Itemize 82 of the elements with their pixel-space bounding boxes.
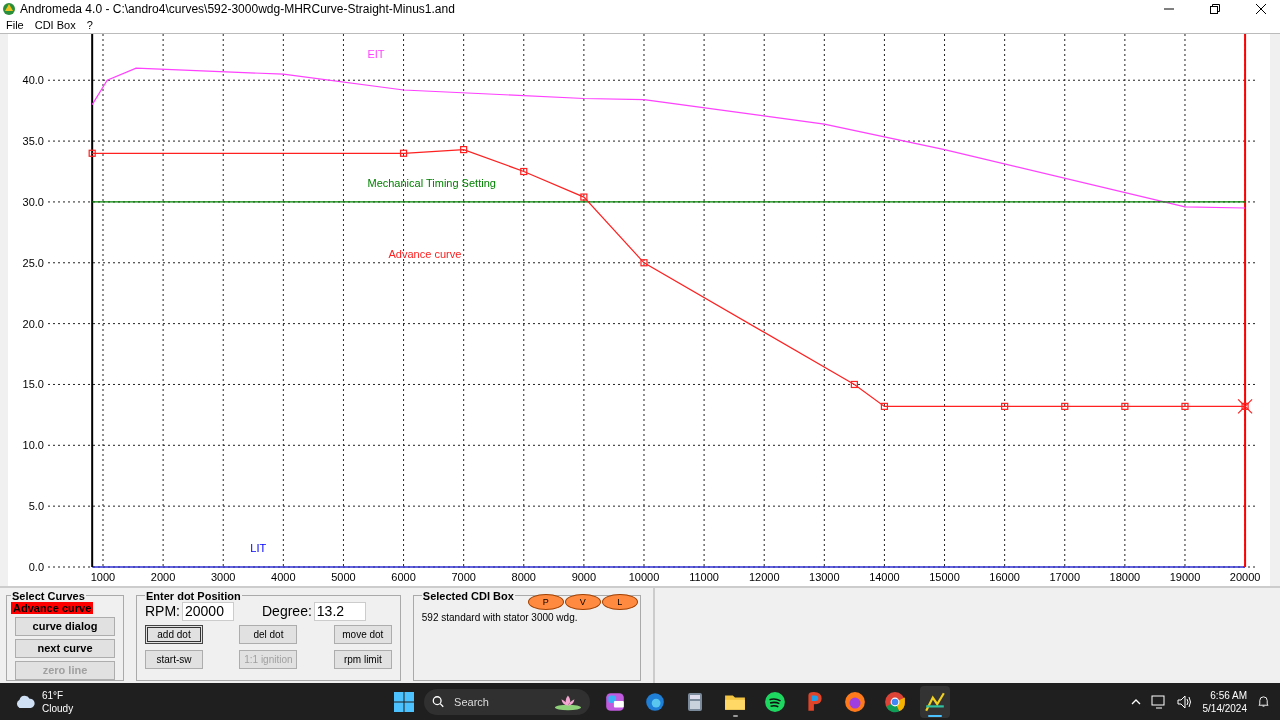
y-tick-label: 0.0 <box>28 560 44 573</box>
dot-button[interactable]: start-sw <box>145 649 203 669</box>
menu-item[interactable]: CDI Box <box>34 19 76 32</box>
y-tick-label: 10.0 <box>22 439 44 452</box>
search-icon <box>432 695 445 709</box>
y-tick-label: 5.0 <box>28 499 44 512</box>
maximize-icon[interactable] <box>1210 3 1220 14</box>
y-tick-label: 25.0 <box>22 256 44 269</box>
y-tick-label: 40.0 <box>22 74 44 87</box>
x-tick-label: 2000 <box>150 570 176 583</box>
clock-time[interactable]: 6:56 AM <box>1210 688 1247 702</box>
group-title: Selected CDI Box <box>421 589 515 602</box>
chevron-up-icon[interactable] <box>1130 698 1141 705</box>
app-logo-icon <box>2 1 16 16</box>
x-tick-label: 1000 <box>90 570 116 583</box>
x-tick-label: 16000 <box>989 570 1020 583</box>
x-tick-label: 18000 <box>1109 570 1141 583</box>
search-field[interactable]: Search <box>452 694 547 709</box>
speaker-icon[interactable] <box>1176 694 1193 709</box>
dot-button[interactable]: add dot <box>145 624 203 644</box>
window-title: Andromeda 4.0 - C:\andro4\curves\592-3000wdg-MHRCurve-Straight-Minus1.and <box>20 1 455 16</box>
bell-icon[interactable] <box>1257 695 1270 709</box>
curve-button[interactable]: curve dialog <box>15 616 115 636</box>
group-title: Select Curves <box>11 589 86 602</box>
dot-button[interactable]: del dot <box>239 624 298 644</box>
curve-button[interactable]: next curve <box>15 638 115 658</box>
curve-point[interactable] <box>88 149 96 157</box>
cdi-badge[interactable]: P <box>527 593 564 610</box>
chart-note: LIT <box>250 542 267 555</box>
music-icon <box>764 690 786 713</box>
search-bar[interactable]: Search <box>424 688 590 715</box>
curve-point[interactable] <box>1001 402 1009 410</box>
value-field[interactable]: 20000 <box>182 601 234 621</box>
close-icon[interactable] <box>1256 3 1266 14</box>
current-curve-label: Advance curve <box>11 601 94 614</box>
x-tick-label: 5000 <box>331 570 356 583</box>
cdi-description: 592 standard with stator 3000 wdg. <box>421 611 579 623</box>
temperature-text: 61°F <box>42 688 65 702</box>
dot-button[interactable]: rpm limit <box>333 649 392 669</box>
cdi-badge[interactable]: V <box>564 593 601 610</box>
x-tick-label: 12000 <box>748 570 780 583</box>
chart-app-icon <box>924 690 946 713</box>
clock-date[interactable]: 5/14/2024 <box>1202 701 1247 715</box>
x-tick-label: 15000 <box>929 570 960 583</box>
x-tick-label: 6000 <box>391 570 416 583</box>
field-label: RPM: <box>145 603 180 620</box>
cross-marker-icon <box>1237 398 1253 414</box>
x-tick-label: 19000 <box>1169 570 1201 583</box>
value-field[interactable]: 13.2 <box>313 601 366 621</box>
x-tick-label: 9000 <box>571 570 597 583</box>
weather-text: Cloudy <box>42 701 74 715</box>
y-tick-label: 35.0 <box>22 134 44 147</box>
network-icon[interactable] <box>1150 694 1167 709</box>
field-label: Degree: <box>262 603 312 620</box>
dot-button[interactable]: move dot <box>333 624 392 644</box>
x-tick-label: 8000 <box>511 570 536 583</box>
y-tick-label: 30.0 <box>22 195 44 208</box>
cdi-badge[interactable]: L <box>601 593 638 610</box>
x-tick-label: 20000 <box>1229 570 1261 583</box>
x-tick-label: 10000 <box>628 570 660 583</box>
x-tick-label: 11000 <box>689 570 719 583</box>
group-title: Enter dot Position <box>145 589 242 602</box>
x-tick-label: 4000 <box>271 570 296 583</box>
start-icon[interactable] <box>394 691 414 712</box>
x-tick-label: 7000 <box>451 570 476 583</box>
x-tick-label: 17000 <box>1049 570 1081 583</box>
curve-label: EIT <box>367 48 385 61</box>
menu-item[interactable]: ? <box>86 19 93 32</box>
calculator-icon <box>685 691 705 712</box>
y-tick-label: 20.0 <box>22 317 44 330</box>
curve-point[interactable] <box>399 149 408 157</box>
y-tick-label: 15.0 <box>22 378 44 391</box>
curve-label: Advance curve <box>388 247 462 260</box>
browser-icon <box>884 690 906 713</box>
menu-item[interactable]: File <box>6 19 24 32</box>
x-tick-label: 3000 <box>211 570 236 583</box>
x-tick-label: 14000 <box>869 570 900 583</box>
curve-point[interactable] <box>880 402 889 410</box>
taskbar-app[interactable] <box>920 685 950 718</box>
cloud-icon <box>14 694 36 710</box>
curve-label: Mechanical Timing Setting <box>367 177 496 190</box>
x-tick-label: 13000 <box>809 570 840 583</box>
